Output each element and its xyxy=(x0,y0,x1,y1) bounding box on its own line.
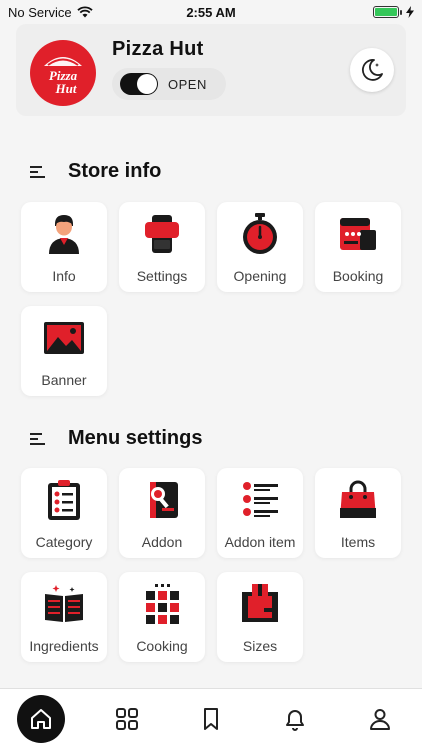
tile-sizes[interactable]: Sizes xyxy=(217,572,303,662)
tile-booking-label: Booking xyxy=(332,268,384,284)
tile-addon-label: Addon xyxy=(141,534,183,550)
booking-icon xyxy=(340,218,376,250)
tile-items[interactable]: Items xyxy=(315,468,401,558)
home-icon xyxy=(31,709,51,729)
store-info-header: Store info xyxy=(30,160,161,183)
menu-settings-title: Menu settings xyxy=(68,427,203,449)
carrier-label: No Service xyxy=(8,4,72,20)
pizza-hut-logo: Pizza Hut xyxy=(44,57,82,96)
tile-info[interactable]: Info xyxy=(21,202,107,292)
tile-banner-label: Banner xyxy=(41,372,87,388)
store-name: Pizza Hut xyxy=(112,38,204,60)
tile-sizes-label: Sizes xyxy=(242,638,278,654)
store-header-card: Pizza Hut Pizza Hut OPEN xyxy=(16,24,406,116)
menu-settings-header: Menu settings xyxy=(30,427,202,450)
stopwatch-icon xyxy=(243,213,277,254)
image-icon xyxy=(44,322,84,354)
open-status-label: OPEN xyxy=(168,76,207,92)
open-toggle[interactable] xyxy=(120,73,158,95)
nav-bookmark-button[interactable] xyxy=(189,697,233,741)
svg-text:Hut: Hut xyxy=(55,81,77,96)
tile-cooking[interactable]: Cooking xyxy=(119,572,205,662)
nav-home-button[interactable] xyxy=(17,695,65,743)
tile-addon[interactable]: Addon xyxy=(119,468,205,558)
menu-lines-icon xyxy=(30,165,45,178)
open-status-toggle-wrap[interactable]: OPEN xyxy=(112,68,226,100)
tile-info-label: Info xyxy=(52,268,76,284)
clipboard-icon xyxy=(48,480,80,520)
tile-banner[interactable]: Banner xyxy=(21,306,107,396)
bookmark-icon xyxy=(204,708,218,730)
tile-ingredients[interactable]: Ingredients xyxy=(21,572,107,662)
tile-opening-label: Opening xyxy=(233,268,287,284)
tile-addon-item[interactable]: Addon item xyxy=(217,468,303,558)
nav-profile-button[interactable] xyxy=(358,697,402,741)
tile-ingredients-label: Ingredients xyxy=(29,638,99,654)
moon-icon xyxy=(362,59,383,81)
bottom-nav xyxy=(0,688,422,750)
nav-notifications-button[interactable] xyxy=(273,697,317,741)
theme-toggle-button[interactable] xyxy=(350,48,394,92)
battery-icon xyxy=(373,6,402,18)
charging-icon xyxy=(406,6,414,18)
menu-lines-icon xyxy=(30,432,45,445)
list-icon xyxy=(243,482,278,517)
open-book-icon xyxy=(45,585,83,622)
tile-settings-label: Settings xyxy=(136,268,188,284)
wifi-icon xyxy=(76,6,93,18)
tile-category[interactable]: Category xyxy=(21,468,107,558)
tile-settings[interactable]: Settings xyxy=(119,202,205,292)
nav-dashboard-button[interactable] xyxy=(105,697,149,741)
grid-icon xyxy=(116,708,138,730)
store-logo: Pizza Hut xyxy=(30,40,96,106)
addon-book-icon xyxy=(150,482,178,518)
person-icon xyxy=(49,215,79,254)
tile-booking[interactable]: Booking xyxy=(315,202,401,292)
store-info-title: Store info xyxy=(68,160,162,182)
status-bar: No Service 2:55 AM xyxy=(0,0,422,24)
box-icon xyxy=(242,584,278,622)
tile-items-label: Items xyxy=(340,534,376,550)
tile-opening[interactable]: Opening xyxy=(217,202,303,292)
tile-category-label: Category xyxy=(35,534,93,550)
grid-dots-icon xyxy=(146,584,179,624)
tile-addon-item-label: Addon item xyxy=(224,534,296,550)
tile-cooking-label: Cooking xyxy=(136,638,188,654)
phone-settings-icon xyxy=(145,215,179,253)
user-icon xyxy=(370,709,390,730)
bell-icon xyxy=(286,710,304,731)
shopping-bag-icon xyxy=(340,480,376,518)
